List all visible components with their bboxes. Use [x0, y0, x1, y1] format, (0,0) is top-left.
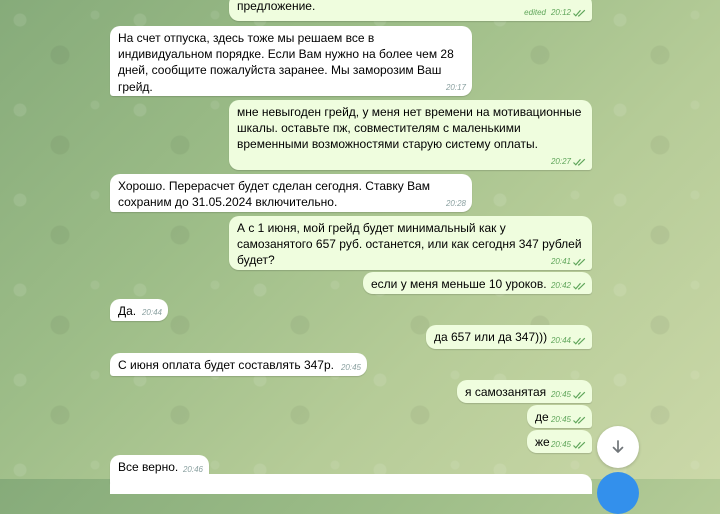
- message-time: 20:44: [141, 308, 162, 317]
- double-check-icon: [573, 441, 586, 449]
- message-bubble[interactable]: мне невыгоден грейд, у меня нет времени …: [229, 100, 592, 170]
- double-check-icon: [573, 337, 586, 345]
- message-meta: 20:27: [551, 157, 586, 167]
- message-time: 20:45: [340, 363, 361, 372]
- message-text: А с 1 июня, мой грейд будет минимальный …: [237, 221, 582, 268]
- message-time: 20:28: [445, 199, 466, 208]
- send-button[interactable]: [597, 472, 639, 514]
- message-bubble[interactable]: я самозанятая 20:45: [457, 380, 592, 403]
- message-meta: 20:44: [142, 308, 162, 318]
- double-check-icon: [573, 9, 586, 17]
- message-bubble[interactable]: Хорошо. Перерасчет будет сделан сегодня.…: [110, 174, 472, 212]
- message-time: 20:45: [550, 390, 571, 399]
- message-bubble[interactable]: предложение. edited 20:12: [229, 0, 592, 21]
- message-bubble[interactable]: Да. 20:44: [110, 299, 168, 321]
- message-meta: 20:41: [551, 257, 586, 267]
- message-time: 20:12: [550, 8, 571, 17]
- message-bubble[interactable]: де 20:45: [527, 405, 592, 428]
- double-check-icon: [573, 158, 586, 166]
- double-check-icon: [573, 282, 586, 290]
- message-time: 20:17: [445, 83, 466, 92]
- double-check-icon: [573, 258, 586, 266]
- scroll-down-button[interactable]: [597, 426, 639, 468]
- message-text: С июня оплата будет составлять 347р.: [118, 358, 334, 372]
- message-meta: 20:45: [551, 415, 586, 425]
- message-text: На счет отпуска, здесь тоже мы решаем вс…: [118, 31, 454, 94]
- message-bubble[interactable]: На счет отпуска, здесь тоже мы решаем вс…: [110, 26, 472, 96]
- message-bubble[interactable]: А с 1 июня, мой грейд будет минимальный …: [229, 216, 592, 270]
- message-time: 20:45: [550, 440, 571, 449]
- arrow-down-icon: [612, 440, 624, 453]
- message-text: мне невыгоден грейд, у меня нет времени …: [237, 105, 582, 152]
- message-time: 20:41: [550, 257, 571, 266]
- double-check-icon: [573, 391, 586, 399]
- message-meta: edited 20:12: [524, 8, 586, 18]
- message-meta: 20:45: [551, 390, 586, 400]
- message-time: 20:45: [550, 415, 571, 424]
- message-text: Хорошо. Перерасчет будет сделан сегодня.…: [118, 179, 431, 210]
- message-bubble[interactable]: С июня оплата будет составлять 347р. 20:…: [110, 353, 367, 376]
- message-bubble[interactable]: если у меня меньше 10 уроков. 20:42: [363, 272, 592, 294]
- message-meta: 20:44: [551, 336, 586, 346]
- message-bubble[interactable]: да 657 или да 347))) 20:44: [426, 325, 592, 349]
- message-time: 20:27: [550, 157, 571, 166]
- message-meta: 20:45: [341, 363, 361, 373]
- message-bubble[interactable]: же 20:45: [527, 430, 592, 453]
- message-meta: 20:28: [446, 199, 466, 209]
- message-meta: 20:42: [551, 281, 586, 291]
- edited-label: edited: [524, 8, 546, 17]
- message-time: 20:44: [550, 336, 571, 345]
- message-meta: 20:17: [446, 83, 466, 93]
- message-meta: 20:45: [551, 440, 586, 450]
- double-check-icon: [573, 416, 586, 424]
- message-time: 20:42: [550, 281, 571, 290]
- message-composer[interactable]: [110, 474, 592, 494]
